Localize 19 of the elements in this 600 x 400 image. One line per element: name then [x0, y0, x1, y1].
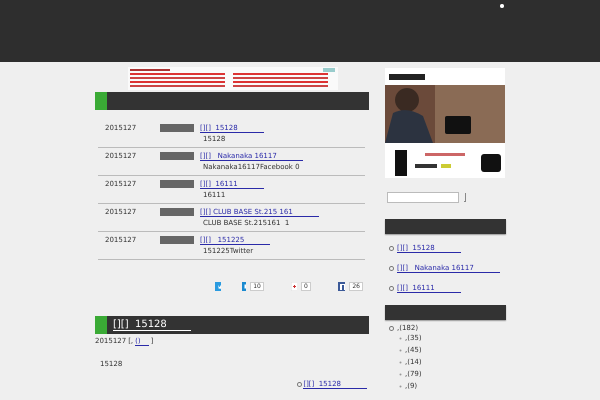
- dot-icon: [500, 4, 504, 8]
- category-tag[interactable]: [160, 208, 194, 216]
- article-title[interactable]: [][] 15128: [113, 319, 191, 331]
- category-tag[interactable]: [160, 180, 194, 188]
- circle-icon: [389, 286, 394, 291]
- bullet-icon: [399, 336, 402, 340]
- circle-icon: [389, 326, 394, 330]
- bullet-icon: [399, 372, 402, 376]
- bird-icon[interactable]: [215, 282, 221, 291]
- circle-icon: [389, 246, 394, 251]
- circle-icon: [297, 382, 302, 387]
- category-tag[interactable]: [160, 152, 194, 160]
- category-tag[interactable]: [160, 124, 194, 132]
- bullet-icon: [399, 348, 402, 352]
- circle-icon: [389, 266, 394, 271]
- search-field[interactable]: [387, 192, 459, 203]
- category-tag[interactable]: [160, 236, 194, 244]
- bullet-icon: [399, 384, 402, 388]
- bullet-icon: [399, 360, 402, 364]
